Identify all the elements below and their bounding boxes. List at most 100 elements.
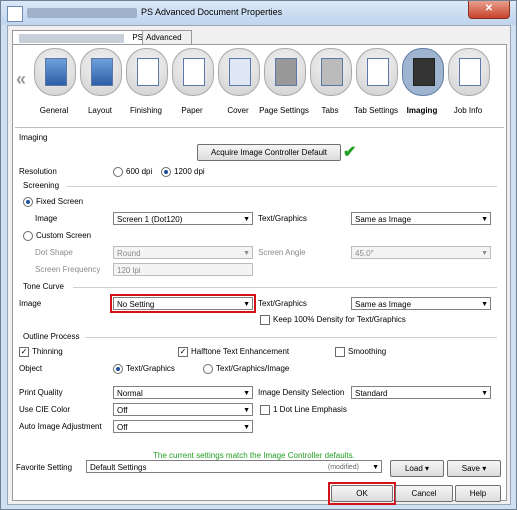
acquire-defaults-button[interactable]: Acquire Image Controller Default [197, 144, 341, 161]
select-value: Standard [355, 389, 388, 398]
halftone-label: Halftone Text Enhancement [191, 347, 290, 356]
screen-angle-select[interactable]: 45.0° ▼ [351, 246, 491, 259]
object-text-graphics-label: Text/Graphics [126, 364, 175, 373]
cie-color-label: Use CIE Color [19, 405, 71, 414]
tabs-icon [310, 48, 352, 96]
print-quality-select[interactable]: Normal ▼ [113, 386, 253, 399]
select-value: Same as Image [355, 215, 412, 224]
favorite-label: Favorite Setting [16, 463, 73, 472]
object-text-graphics-radio[interactable] [113, 364, 123, 374]
blurred-printer-name [27, 8, 137, 18]
select-value: Default Settings [90, 463, 147, 472]
select-value: 120 lpi [117, 266, 141, 275]
thinning-label: Thinning [32, 347, 63, 356]
chevron-down-icon: ▼ [481, 301, 488, 308]
category-label: Job Info [453, 106, 483, 115]
highlight-frame [110, 294, 256, 313]
object-text-graphics-image-radio[interactable] [203, 364, 213, 374]
tab-settings-icon [356, 48, 398, 96]
ps-tab-panel: « General Layout Finishing Paper Cover P… [12, 44, 507, 501]
resolution-1200-label: 1200 dpi [174, 167, 205, 176]
select-value: Normal [117, 389, 143, 398]
tone-tg-select[interactable]: Same as Image ▼ [351, 297, 491, 310]
resolution-label: Resolution [19, 167, 57, 176]
window-title: PS Advanced Document Properties [141, 7, 283, 17]
fixed-screen-radio[interactable] [23, 197, 33, 207]
screen-image-select[interactable]: Screen 1 (Dot120) ▼ [113, 212, 253, 225]
divider [67, 186, 497, 187]
tone-curve-section-title: Tone Curve [23, 282, 64, 291]
save-label: Save [461, 464, 480, 473]
halftone-checkbox[interactable]: ✓ [178, 347, 188, 357]
screen-tg-label: Text/Graphics [258, 214, 307, 223]
category-job-info[interactable]: Job Info [444, 48, 492, 122]
blurred-printer-name [19, 34, 124, 43]
screen-angle-label: Screen Angle [258, 248, 306, 257]
job-info-icon [448, 48, 490, 96]
select-value: Off [117, 423, 128, 432]
divider [73, 287, 497, 288]
scroll-left-icon[interactable]: « [16, 69, 26, 90]
auto-adjust-select[interactable]: Off ▼ [113, 420, 253, 433]
resolution-1200-radio[interactable] [161, 167, 171, 177]
tone-tg-label: Text/Graphics [258, 299, 307, 308]
select-value: Off [117, 406, 128, 415]
resolution-600-label: 600 dpi [126, 167, 153, 176]
tone-image-label: Image [19, 299, 42, 308]
print-quality-label: Print Quality [19, 388, 63, 397]
paper-icon [172, 48, 214, 96]
screen-frequency-select[interactable]: 120 lpi [113, 263, 253, 276]
custom-screen-label: Custom Screen [36, 231, 92, 240]
keep-density-checkbox[interactable] [260, 315, 270, 325]
chevron-down-icon: ▼ [243, 424, 250, 431]
image-density-label: Image Density Selection [258, 388, 345, 397]
load-label: Load [404, 464, 423, 473]
cancel-button[interactable]: Cancel [395, 485, 453, 502]
imaging-icon [402, 48, 444, 96]
divider [15, 127, 504, 128]
printer-app-icon [7, 6, 23, 22]
save-button[interactable]: Save ▾ [447, 460, 501, 477]
screen-frequency-label: Screen Frequency [35, 265, 101, 274]
dialog-client: PS Advanced « General Layout Finishing P… [7, 25, 511, 505]
dot-line-checkbox[interactable] [260, 405, 270, 415]
select-value: Round [117, 249, 141, 258]
chevron-down-icon: ▼ [481, 390, 488, 397]
screen-tg-select[interactable]: Same as Image ▼ [351, 212, 491, 225]
outline-section-title: Outline Process [23, 332, 80, 341]
favorite-select[interactable]: Default Settings (modified) ▼ [86, 460, 382, 473]
load-button[interactable]: Load ▾ [390, 460, 444, 477]
select-value: Screen 1 (Dot120) [117, 215, 183, 224]
cie-color-select[interactable]: Off ▼ [113, 403, 253, 416]
custom-screen-radio[interactable] [23, 231, 33, 241]
object-text-graphics-image-label: Text/Graphics/Image [216, 364, 290, 373]
tab-ps[interactable]: PS [12, 30, 148, 45]
image-density-select[interactable]: Standard ▼ [351, 386, 491, 399]
chevron-down-icon: ▼ [243, 390, 250, 397]
page-settings-icon [264, 48, 306, 96]
object-label: Object [19, 364, 43, 373]
dot-line-label: 1 Dot Line Emphasis [273, 405, 347, 414]
tab-advanced[interactable]: Advanced [142, 30, 192, 45]
close-button[interactable]: ✕ [468, 1, 510, 19]
help-button[interactable]: Help [455, 485, 501, 502]
divider [85, 337, 497, 338]
chevron-down-icon: ▾ [425, 464, 430, 473]
smoothing-label: Smoothing [348, 347, 387, 356]
check-icon: ✔ [343, 144, 357, 161]
dot-shape-label: Dot Shape [35, 248, 73, 257]
chevron-down-icon: ▼ [372, 464, 379, 471]
thinning-checkbox[interactable]: ✓ [19, 347, 29, 357]
resolution-600-radio[interactable] [113, 167, 123, 177]
chevron-down-icon: ▼ [481, 216, 488, 223]
finishing-icon [126, 48, 168, 96]
smoothing-checkbox[interactable] [335, 347, 345, 357]
dot-shape-select[interactable]: Round ▼ [113, 246, 253, 259]
properties-window: PS Advanced Document Properties ✕ PS Adv… [0, 0, 517, 510]
chevron-down-icon: ▼ [481, 250, 488, 257]
select-value: Same as Image [355, 300, 412, 309]
highlight-frame [328, 482, 396, 505]
title-bar: PS Advanced Document Properties ✕ [1, 1, 516, 25]
chevron-down-icon: ▼ [243, 407, 250, 414]
keep-density-label: Keep 100% Density for Text/Graphics [273, 315, 406, 324]
